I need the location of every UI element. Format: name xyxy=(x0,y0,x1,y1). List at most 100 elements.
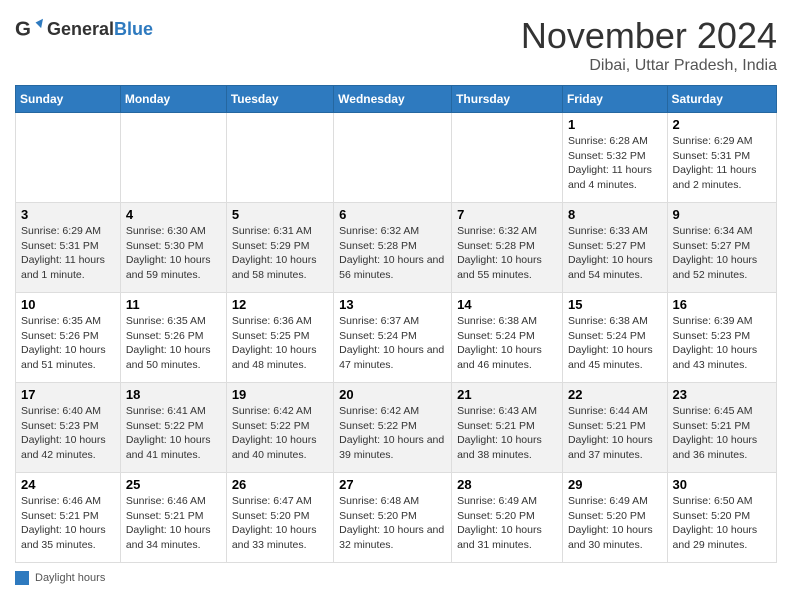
day-number: 27 xyxy=(339,477,446,492)
day-info: Sunrise: 6:35 AM Sunset: 5:26 PM Dayligh… xyxy=(21,314,115,373)
day-info: Sunrise: 6:38 AM Sunset: 5:24 PM Dayligh… xyxy=(457,314,557,373)
day-info: Sunrise: 6:49 AM Sunset: 5:20 PM Dayligh… xyxy=(457,494,557,553)
calendar-header: Sunday Monday Tuesday Wednesday Thursday… xyxy=(16,86,777,113)
day-info: Sunrise: 6:44 AM Sunset: 5:21 PM Dayligh… xyxy=(568,404,662,463)
th-saturday: Saturday xyxy=(667,86,776,113)
table-cell xyxy=(226,113,333,203)
day-number: 10 xyxy=(21,297,115,312)
table-cell: 11 Sunrise: 6:35 AM Sunset: 5:26 PM Dayli… xyxy=(120,293,226,383)
table-cell: 25 Sunrise: 6:46 AM Sunset: 5:21 PM Dayli… xyxy=(120,473,226,563)
th-friday: Friday xyxy=(562,86,667,113)
day-info: Sunrise: 6:41 AM Sunset: 5:22 PM Dayligh… xyxy=(126,404,221,463)
day-info: Sunrise: 6:42 AM Sunset: 5:22 PM Dayligh… xyxy=(232,404,328,463)
day-number: 20 xyxy=(339,387,446,402)
logo: G GeneralBlue xyxy=(15,15,153,43)
day-info: Sunrise: 6:34 AM Sunset: 5:27 PM Dayligh… xyxy=(673,224,771,283)
table-cell: 9 Sunrise: 6:34 AM Sunset: 5:27 PM Daylig… xyxy=(667,203,776,293)
legend-label: Daylight hours xyxy=(35,572,105,584)
day-info: Sunrise: 6:45 AM Sunset: 5:21 PM Dayligh… xyxy=(673,404,771,463)
day-info: Sunrise: 6:28 AM Sunset: 5:32 PM Dayligh… xyxy=(568,134,662,193)
day-number: 17 xyxy=(21,387,115,402)
day-number: 7 xyxy=(457,207,557,222)
day-number: 1 xyxy=(568,117,662,132)
day-info: Sunrise: 6:32 AM Sunset: 5:28 PM Dayligh… xyxy=(339,224,446,283)
table-cell: 23 Sunrise: 6:45 AM Sunset: 5:21 PM Dayli… xyxy=(667,383,776,473)
day-number: 15 xyxy=(568,297,662,312)
day-number: 29 xyxy=(568,477,662,492)
day-number: 2 xyxy=(673,117,771,132)
table-cell xyxy=(120,113,226,203)
day-number: 9 xyxy=(673,207,771,222)
day-number: 11 xyxy=(126,297,221,312)
table-cell: 19 Sunrise: 6:42 AM Sunset: 5:22 PM Dayli… xyxy=(226,383,333,473)
day-info: Sunrise: 6:33 AM Sunset: 5:27 PM Dayligh… xyxy=(568,224,662,283)
logo-text-blue: Blue xyxy=(114,19,153,39)
th-sunday: Sunday xyxy=(16,86,121,113)
table-cell: 4Sunrise: 6:30 AM Sunset: 5:30 PM Daylig… xyxy=(120,203,226,293)
th-monday: Monday xyxy=(120,86,226,113)
day-info: Sunrise: 6:42 AM Sunset: 5:22 PM Dayligh… xyxy=(339,404,446,463)
svg-text:G: G xyxy=(15,18,31,41)
day-info: Sunrise: 6:49 AM Sunset: 5:20 PM Dayligh… xyxy=(568,494,662,553)
table-row: 3Sunrise: 6:29 AM Sunset: 5:31 PM Daylig… xyxy=(16,203,777,293)
day-number: 26 xyxy=(232,477,328,492)
table-cell: 20 Sunrise: 6:42 AM Sunset: 5:22 PM Dayli… xyxy=(334,383,452,473)
table-cell: 30 Sunrise: 6:50 AM Sunset: 5:20 PM Dayli… xyxy=(667,473,776,563)
day-info: Sunrise: 6:32 AM Sunset: 5:28 PM Dayligh… xyxy=(457,224,557,283)
table-cell: 7 Sunrise: 6:32 AM Sunset: 5:28 PM Daylig… xyxy=(452,203,563,293)
day-number: 12 xyxy=(232,297,328,312)
day-number: 19 xyxy=(232,387,328,402)
table-cell: 10 Sunrise: 6:35 AM Sunset: 5:26 PM Dayli… xyxy=(16,293,121,383)
title-area: November 2024 Dibai, Uttar Pradesh, Indi… xyxy=(521,15,777,75)
table-cell: 15 Sunrise: 6:38 AM Sunset: 5:24 PM Dayli… xyxy=(562,293,667,383)
table-cell: 8 Sunrise: 6:33 AM Sunset: 5:27 PM Daylig… xyxy=(562,203,667,293)
day-number: 24 xyxy=(21,477,115,492)
th-tuesday: Tuesday xyxy=(226,86,333,113)
logo-text-general: General xyxy=(47,19,114,39)
day-info: Sunrise: 6:43 AM Sunset: 5:21 PM Dayligh… xyxy=(457,404,557,463)
day-number: 6 xyxy=(339,207,446,222)
table-cell: 2Sunrise: 6:29 AM Sunset: 5:31 PM Daylig… xyxy=(667,113,776,203)
day-number: 21 xyxy=(457,387,557,402)
day-info: Sunrise: 6:50 AM Sunset: 5:20 PM Dayligh… xyxy=(673,494,771,553)
table-cell: 27Sunrise: 6:48 AM Sunset: 5:20 PM Dayli… xyxy=(334,473,452,563)
table-cell: 14 Sunrise: 6:38 AM Sunset: 5:24 PM Dayli… xyxy=(452,293,563,383)
day-number: 30 xyxy=(673,477,771,492)
table-row: 10 Sunrise: 6:35 AM Sunset: 5:26 PM Dayli… xyxy=(16,293,777,383)
table-cell: 18 Sunrise: 6:41 AM Sunset: 5:22 PM Dayli… xyxy=(120,383,226,473)
day-info: Sunrise: 6:46 AM Sunset: 5:21 PM Dayligh… xyxy=(126,494,221,553)
table-cell: 29 Sunrise: 6:49 AM Sunset: 5:20 PM Dayli… xyxy=(562,473,667,563)
day-info: Sunrise: 6:36 AM Sunset: 5:25 PM Dayligh… xyxy=(232,314,328,373)
day-info: Sunrise: 6:29 AM Sunset: 5:31 PM Dayligh… xyxy=(21,224,115,283)
day-info: Sunrise: 6:46 AM Sunset: 5:21 PM Dayligh… xyxy=(21,494,115,553)
table-cell: 13Sunrise: 6:37 AM Sunset: 5:24 PM Dayli… xyxy=(334,293,452,383)
day-number: 13 xyxy=(339,297,446,312)
calendar-table: Sunday Monday Tuesday Wednesday Thursday… xyxy=(15,85,777,563)
day-info: Sunrise: 6:47 AM Sunset: 5:20 PM Dayligh… xyxy=(232,494,328,553)
table-row: 17 Sunrise: 6:40 AM Sunset: 5:23 PM Dayli… xyxy=(16,383,777,473)
day-info: Sunrise: 6:35 AM Sunset: 5:26 PM Dayligh… xyxy=(126,314,221,373)
table-cell: 12 Sunrise: 6:36 AM Sunset: 5:25 PM Dayli… xyxy=(226,293,333,383)
day-info: Sunrise: 6:40 AM Sunset: 5:23 PM Dayligh… xyxy=(21,404,115,463)
day-number: 14 xyxy=(457,297,557,312)
table-cell: 5Sunrise: 6:31 AM Sunset: 5:29 PM Daylig… xyxy=(226,203,333,293)
table-row: 1 Sunrise: 6:28 AM Sunset: 5:32 PM Daylig… xyxy=(16,113,777,203)
legend: Daylight hours xyxy=(15,571,777,585)
table-row: 24 Sunrise: 6:46 AM Sunset: 5:21 PM Dayli… xyxy=(16,473,777,563)
table-cell: 3Sunrise: 6:29 AM Sunset: 5:31 PM Daylig… xyxy=(16,203,121,293)
day-number: 18 xyxy=(126,387,221,402)
day-number: 8 xyxy=(568,207,662,222)
table-cell: 24 Sunrise: 6:46 AM Sunset: 5:21 PM Dayli… xyxy=(16,473,121,563)
table-cell: 1 Sunrise: 6:28 AM Sunset: 5:32 PM Daylig… xyxy=(562,113,667,203)
header: G GeneralBlue November 2024 Dibai, Uttar… xyxy=(15,15,777,75)
day-info: Sunrise: 6:31 AM Sunset: 5:29 PM Dayligh… xyxy=(232,224,328,283)
legend-box xyxy=(15,571,29,585)
th-wednesday: Wednesday xyxy=(334,86,452,113)
table-cell: 28Sunrise: 6:49 AM Sunset: 5:20 PM Dayli… xyxy=(452,473,563,563)
calendar-body: 1 Sunrise: 6:28 AM Sunset: 5:32 PM Daylig… xyxy=(16,113,777,563)
month-title: November 2024 xyxy=(521,15,777,57)
day-number: 23 xyxy=(673,387,771,402)
day-number: 25 xyxy=(126,477,221,492)
day-info: Sunrise: 6:38 AM Sunset: 5:24 PM Dayligh… xyxy=(568,314,662,373)
table-cell: 16Sunrise: 6:39 AM Sunset: 5:23 PM Dayli… xyxy=(667,293,776,383)
